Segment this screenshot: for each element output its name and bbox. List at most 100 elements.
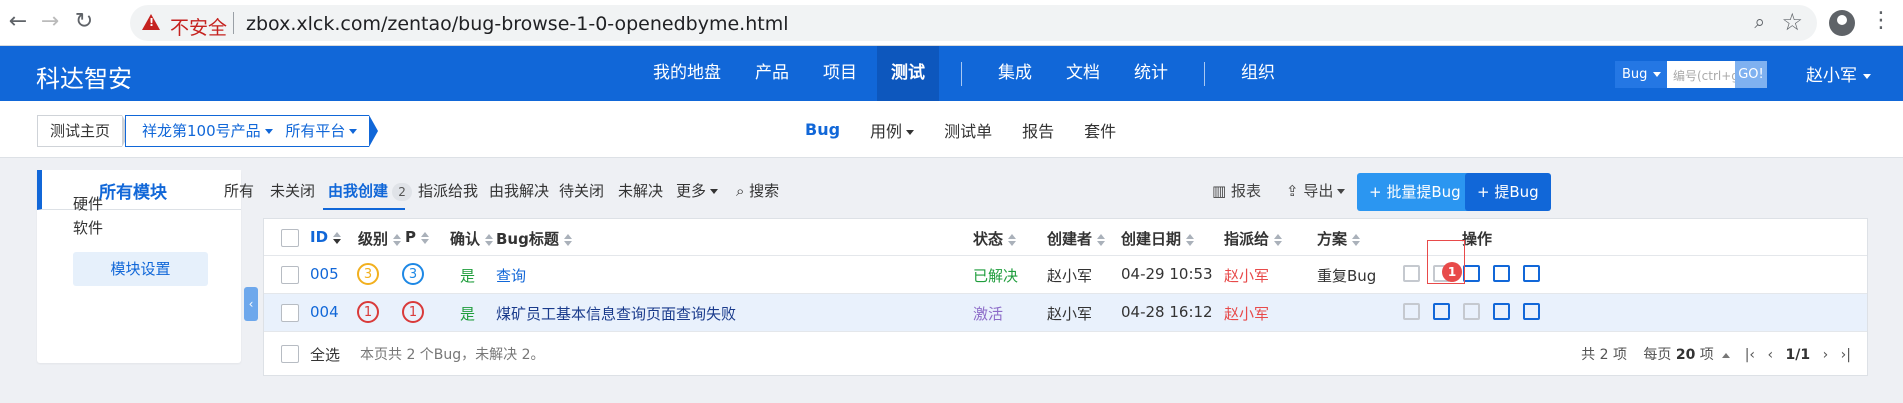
prev-page-icon[interactable]: ‹ bbox=[1767, 347, 1773, 363]
zoom-icon[interactable]: ⌕ bbox=[1754, 11, 1765, 33]
module-item-software[interactable]: 软件 bbox=[73, 217, 103, 238]
tab-bug[interactable]: Bug bbox=[805, 120, 840, 139]
create-bug-button[interactable]: + 提Bug bbox=[1465, 173, 1551, 211]
table-row[interactable]: 004 1 1 是 煤矿员工基本信息查询页面查询失败 激活 赵小军 04-28 … bbox=[264, 294, 1867, 332]
browser-toolbar: ← → ↻ 不安全 zbox.xlck.com/zentao/bug-brows… bbox=[0, 0, 1903, 46]
tab-testtask[interactable]: 测试单 bbox=[944, 118, 992, 142]
breadcrumb-test-home[interactable]: 测试主页 bbox=[37, 115, 132, 147]
severity-flame-icon: 1 bbox=[357, 301, 379, 323]
row-checkbox[interactable] bbox=[281, 266, 299, 284]
filter-unresolved[interactable]: 未解决 bbox=[618, 180, 663, 201]
bug-id[interactable]: 005 bbox=[310, 265, 339, 283]
insecure-label: 不安全 bbox=[170, 17, 228, 39]
col-assigned[interactable]: 指派给 bbox=[1224, 228, 1283, 249]
col-resolution[interactable]: 方案 bbox=[1317, 228, 1361, 249]
col-pri[interactable]: P bbox=[405, 228, 429, 246]
report-button[interactable]: ▥ 报表 bbox=[1212, 180, 1261, 201]
user-menu[interactable]: 赵小军 bbox=[1806, 61, 1871, 86]
chevron-down-icon bbox=[1337, 189, 1346, 194]
filter-more[interactable]: 更多 bbox=[676, 180, 719, 201]
filter-to-close[interactable]: 待关闭 bbox=[559, 180, 604, 201]
nav-test[interactable]: 测试 bbox=[877, 46, 939, 101]
tab-report[interactable]: 报告 bbox=[1022, 118, 1054, 142]
search-toggle[interactable]: ⌕ 搜索 bbox=[736, 180, 779, 201]
filter-resolved-by-me[interactable]: 由我解决 bbox=[489, 180, 549, 201]
last-page-icon[interactable]: ›| bbox=[1841, 347, 1851, 363]
url-text[interactable]: zbox.xlck.com/zentao/bug-browse-1-0-open… bbox=[246, 13, 788, 35]
select-all-header-checkbox[interactable] bbox=[281, 229, 299, 247]
search-type-select[interactable]: Bug bbox=[1615, 61, 1667, 88]
quick-search: Bug 编号(ctrl+g) GO! bbox=[1615, 61, 1767, 88]
bar-chart-icon: ▥ bbox=[1212, 182, 1231, 200]
reload-icon[interactable]: ↻ bbox=[70, 9, 98, 37]
col-date[interactable]: 创建日期 bbox=[1121, 228, 1195, 249]
edit-icon[interactable] bbox=[1489, 299, 1515, 325]
bookmark-star-icon[interactable]: ☆ bbox=[1781, 8, 1803, 36]
creator-value: 赵小军 bbox=[1047, 305, 1093, 323]
assigned-value[interactable]: 赵小军 bbox=[1224, 303, 1269, 324]
copy-icon[interactable] bbox=[1519, 261, 1545, 287]
col-title[interactable]: Bug标题 bbox=[496, 228, 572, 249]
row-checkbox[interactable] bbox=[281, 304, 299, 322]
col-severity[interactable]: 级别 bbox=[358, 228, 402, 249]
sort-icon bbox=[1186, 233, 1195, 246]
nav-ci[interactable]: 集成 bbox=[984, 46, 1046, 101]
edit-icon[interactable] bbox=[1489, 261, 1515, 287]
back-icon[interactable]: ← bbox=[4, 9, 32, 37]
module-sidebar-header[interactable]: 所有模块 bbox=[37, 170, 241, 210]
tab-case[interactable]: 用例 bbox=[870, 118, 915, 142]
per-page-value[interactable]: 20 bbox=[1676, 347, 1695, 363]
nav-doc[interactable]: 文档 bbox=[1052, 46, 1114, 101]
priority-badge: 3 bbox=[402, 263, 424, 285]
breadcrumb-product[interactable]: 祥龙第100号产品 所有平台 bbox=[125, 115, 379, 147]
nav-project[interactable]: 项目 bbox=[809, 46, 871, 101]
filter-unclosed[interactable]: 未关闭 bbox=[270, 180, 315, 201]
col-status[interactable]: 状态 bbox=[973, 228, 1017, 249]
platform-selector[interactable]: 所有平台 bbox=[285, 122, 345, 140]
address-bar[interactable]: 不安全 zbox.xlck.com/zentao/bug-browse-1-0-… bbox=[130, 5, 1817, 41]
module-settings-button[interactable]: 模块设置 bbox=[73, 252, 208, 286]
table-row[interactable]: 005 3 3 是 查询 已解决 赵小军 04-29 10:53 赵小军 重复B… bbox=[264, 256, 1867, 294]
row-actions bbox=[1399, 261, 1549, 287]
priority-badge: 1 bbox=[402, 301, 424, 323]
close-bug-icon[interactable] bbox=[1459, 299, 1485, 325]
filter-all[interactable]: 所有 bbox=[224, 180, 254, 201]
pagination: 共 2 项 每页 20 项 |‹ ‹ 1/1 › ›| bbox=[1581, 344, 1851, 364]
batch-create-bug-button[interactable]: + 批量提Bug bbox=[1357, 173, 1473, 211]
product-selector[interactable]: 祥龙第100号产品 bbox=[142, 122, 261, 140]
bug-title-link[interactable]: 查询 bbox=[496, 265, 526, 286]
browser-menu-icon[interactable]: ⋮ bbox=[1870, 8, 1892, 33]
search-input[interactable]: 编号(ctrl+g) bbox=[1673, 67, 1744, 84]
resolve-check-icon[interactable] bbox=[1429, 299, 1455, 325]
col-creator[interactable]: 创建者 bbox=[1047, 228, 1106, 249]
select-all-label[interactable]: 全选 bbox=[310, 344, 340, 365]
chevron-down-icon bbox=[264, 129, 273, 134]
filter-opened-by-me[interactable]: 由我创建 2 bbox=[328, 180, 413, 201]
copy-icon[interactable] bbox=[1519, 299, 1545, 325]
bug-title-link[interactable]: 煤矿员工基本信息查询页面查询失败 bbox=[496, 303, 736, 324]
bug-id[interactable]: 004 bbox=[310, 303, 339, 321]
module-item-hardware-label[interactable]: 硬件 bbox=[73, 193, 103, 214]
nav-product[interactable]: 产品 bbox=[741, 46, 803, 101]
search-go-button[interactable]: GO! bbox=[1735, 61, 1767, 88]
export-button[interactable]: ⇪ 导出 bbox=[1286, 180, 1346, 201]
filter-assigned-to-me[interactable]: 指派给我 bbox=[418, 180, 478, 201]
nav-stats[interactable]: 统计 bbox=[1120, 46, 1182, 101]
select-all-checkbox[interactable] bbox=[281, 345, 299, 363]
col-resolution-label: 方案 bbox=[1317, 230, 1348, 248]
nav-org[interactable]: 组织 bbox=[1227, 46, 1289, 101]
assigned-value[interactable]: 赵小军 bbox=[1224, 265, 1269, 286]
tab-suite[interactable]: 套件 bbox=[1084, 118, 1116, 142]
chevron-up-icon[interactable] bbox=[1722, 352, 1731, 358]
nav-my[interactable]: 我的地盘 bbox=[639, 46, 735, 101]
confirm-icon[interactable] bbox=[1399, 261, 1425, 287]
next-page-icon[interactable]: › bbox=[1823, 347, 1829, 363]
col-confirmed[interactable]: 确认 bbox=[450, 228, 494, 249]
sidebar-collapse-icon[interactable]: ‹ bbox=[244, 287, 258, 321]
col-id[interactable]: ID bbox=[310, 228, 342, 246]
forward-icon[interactable]: → bbox=[36, 9, 64, 37]
profile-avatar-icon[interactable] bbox=[1829, 10, 1855, 36]
first-page-icon[interactable]: |‹ bbox=[1745, 347, 1755, 363]
confirm-icon[interactable] bbox=[1399, 299, 1425, 325]
app-header: 科达智安 我的地盘 产品 项目 测试 集成 文档 统计 组织 Bug 编号(ct… bbox=[0, 46, 1903, 101]
